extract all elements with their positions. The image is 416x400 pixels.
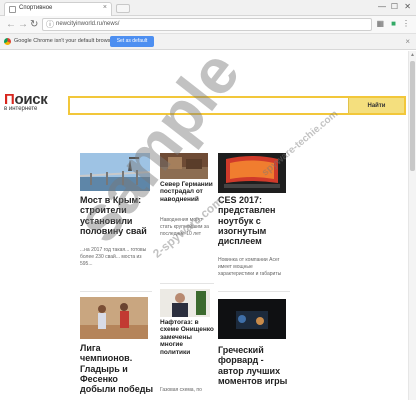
set-default-button[interactable]: Set as default	[110, 36, 154, 47]
article-card[interactable]: Мост в Крым: строители установили полови…	[80, 153, 152, 283]
close-window-button[interactable]: ✕	[404, 2, 411, 11]
laptop-photo	[218, 153, 286, 193]
minimize-button[interactable]: —	[378, 2, 386, 11]
politician-photo	[160, 289, 210, 317]
article-title[interactable]: CES 2017: представлен ноутбук с изогнуты…	[218, 195, 290, 247]
article-desc: Газовая схема, по	[160, 387, 202, 393]
article-title[interactable]: Греческий форвард - автор лучших моменто…	[218, 345, 290, 386]
back-icon[interactable]: ←	[6, 19, 16, 30]
new-tab-button[interactable]	[116, 4, 130, 13]
page-info-icon[interactable]: ⓘ	[46, 19, 54, 30]
article-desc: Наводнения могут стать крупнейшим за пос…	[160, 217, 209, 237]
flood-photo	[160, 153, 208, 179]
row-divider	[80, 291, 152, 292]
tab-title: Спортивное	[19, 5, 53, 11]
article-title[interactable]: Мост в Крым: строители установили полови…	[80, 195, 152, 236]
article-card[interactable]: Греческий форвард - автор лучших моменто…	[218, 299, 290, 400]
search-button[interactable]: Найти	[348, 98, 404, 113]
infobar-close-icon[interactable]: ×	[405, 37, 410, 46]
bridge-photo	[80, 153, 150, 191]
title-bar: Спортивное × — ☐ ✕	[0, 0, 416, 16]
browser-tab[interactable]: Спортивное ×	[4, 2, 112, 16]
forward-icon[interactable]: →	[18, 19, 28, 30]
infobar-message: Google Chrome isn't your default browser	[14, 38, 116, 44]
page-favicon-icon	[9, 6, 16, 13]
article-card[interactable]: Нафтогаз: в схеме Онищенко замечены мног…	[160, 289, 214, 400]
basketball-photo	[80, 297, 148, 339]
default-browser-infobar: Google Chrome isn't your default browser…	[0, 34, 416, 50]
menu-icon[interactable]: ⋮	[402, 19, 410, 28]
maximize-button[interactable]: ☐	[391, 2, 398, 11]
article-title[interactable]: Нафтогаз: в схеме Онищенко замечены мног…	[160, 319, 214, 356]
article-title[interactable]: Лига чемпионов. Гладырь и Фесенко добыли…	[80, 343, 154, 395]
row-divider	[160, 283, 214, 284]
article-title[interactable]: Север Германии пострадал от наводнений	[160, 181, 214, 203]
reload-icon[interactable]: ↻	[30, 19, 38, 30]
scroll-thumb[interactable]	[410, 61, 415, 171]
extension-icon[interactable]: ■	[391, 19, 396, 28]
row-divider	[218, 291, 290, 292]
page-content: Поиск в интернете Найти Мост в Крым: стр…	[0, 51, 416, 400]
translate-icon[interactable]: ▦	[376, 19, 384, 28]
search-input[interactable]	[70, 98, 346, 113]
scroll-up-arrow-icon[interactable]: ▲	[410, 52, 415, 58]
article-desc: Новинка от компании Acer имеет мощные ха…	[218, 257, 282, 277]
game-photo	[218, 299, 286, 339]
browser-toolbar: ← → ↻ ⓘ newcityinworld.ru/news/ ▦ ■ ⋮	[0, 16, 416, 34]
article-card[interactable]: CES 2017: представлен ноутбук с изогнуты…	[218, 153, 290, 283]
vertical-scrollbar[interactable]: ▲	[408, 51, 416, 400]
site-logo[interactable]: Поиск в интернете	[4, 91, 48, 112]
article-card[interactable]: Север Германии пострадал от наводнений Н…	[160, 153, 214, 283]
chrome-icon	[4, 38, 11, 45]
address-bar[interactable]: ⓘ newcityinworld.ru/news/	[42, 18, 372, 31]
browser-window: Спортивное × — ☐ ✕ ← → ↻ ⓘ newcityinworl…	[0, 0, 416, 400]
search-box: Найти	[68, 96, 406, 115]
tab-close-icon[interactable]: ×	[103, 4, 107, 11]
url-text[interactable]: newcityinworld.ru/news/	[56, 21, 119, 27]
article-desc: ...на 2017 год такая... готовы более 230…	[80, 247, 147, 267]
article-card[interactable]: Лига чемпионов. Гладырь и Фесенко добыли…	[80, 297, 154, 400]
